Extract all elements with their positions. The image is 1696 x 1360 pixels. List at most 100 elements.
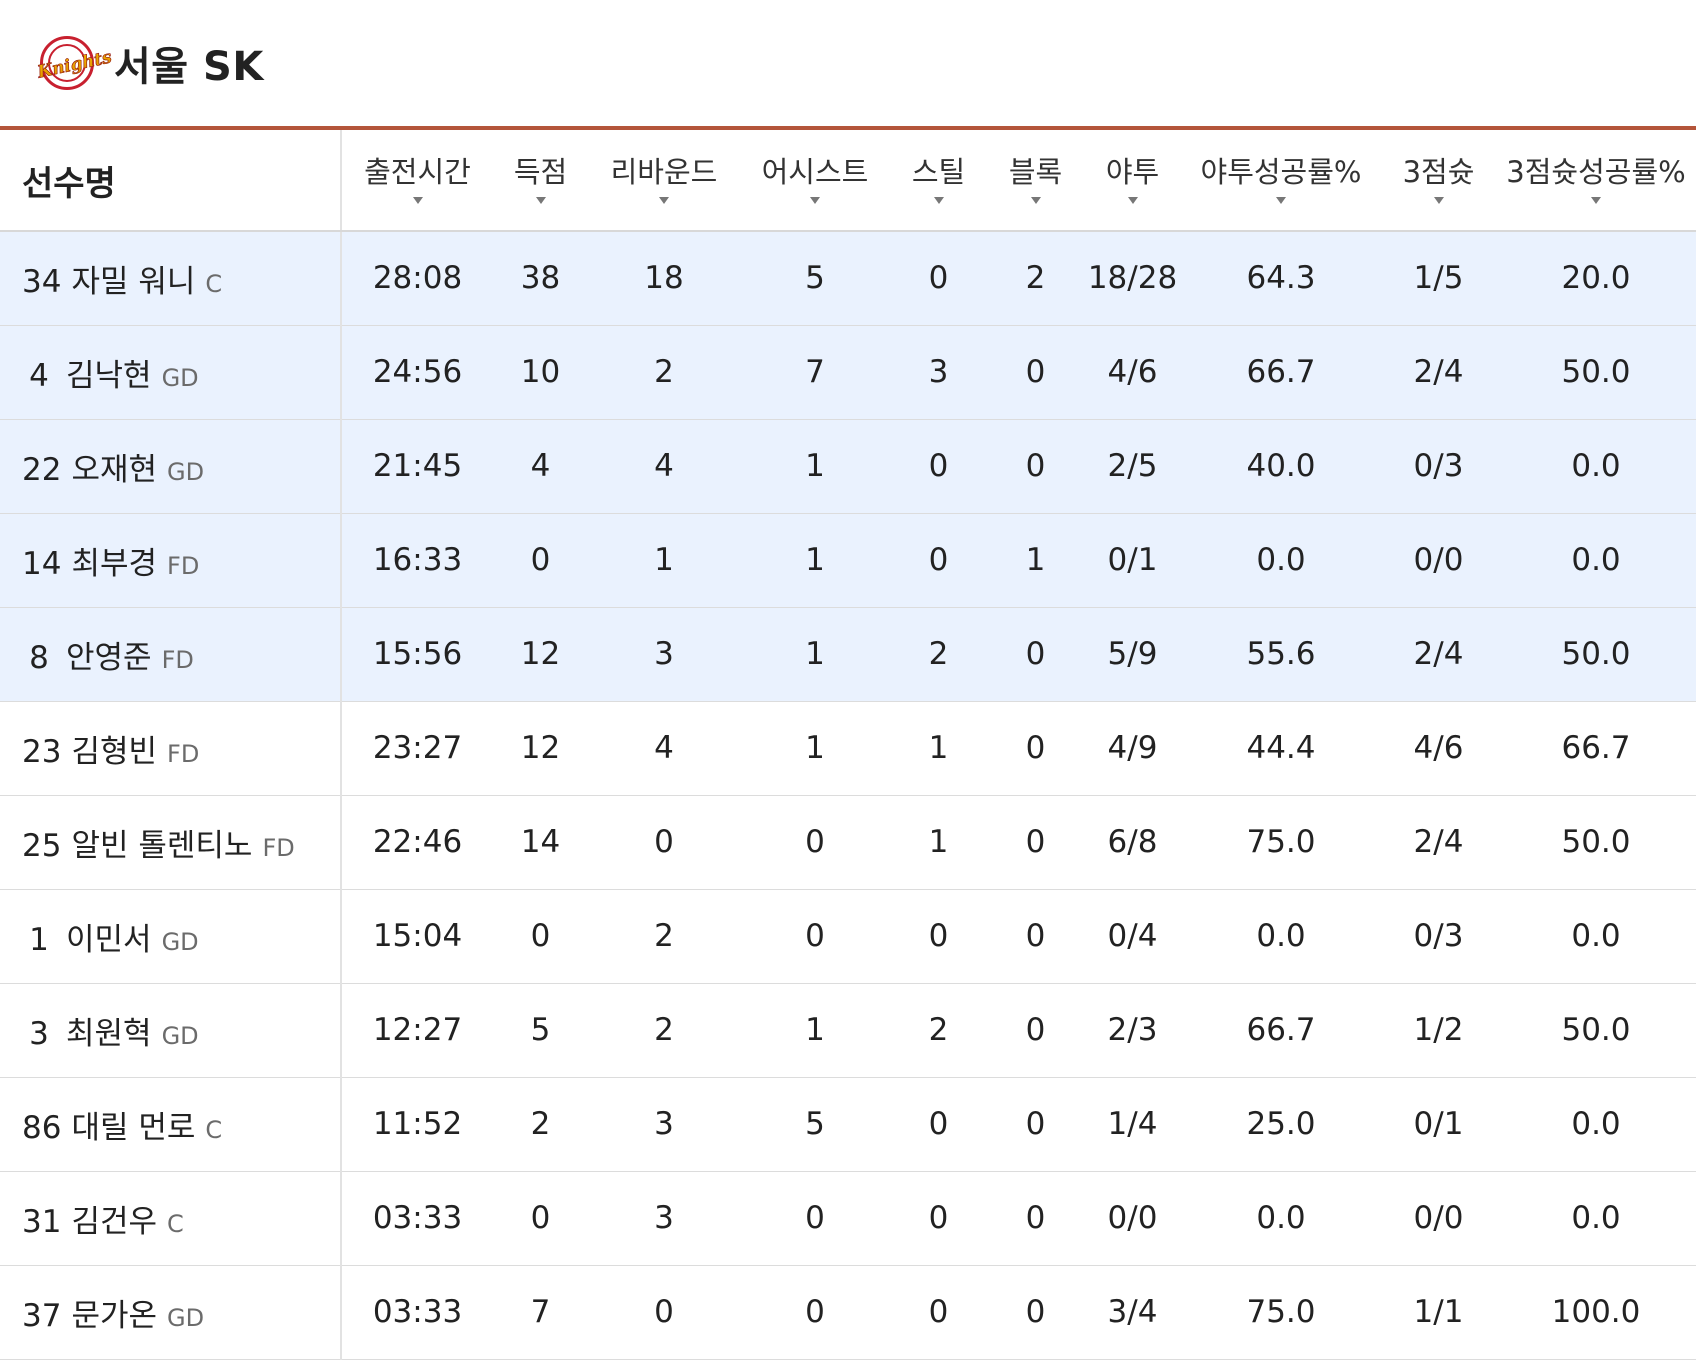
table-row[interactable]: 31 김건우 C 03:33 0 3 0 0 0 0/0 0.0 0/0 0.0: [0, 1171, 1696, 1266]
column-header-label: 리바운드: [610, 154, 718, 189]
column-header-blocks[interactable]: 블록: [987, 130, 1084, 232]
sort-arrow-icon[interactable]: [1276, 196, 1286, 204]
player-number: 8: [29, 639, 49, 676]
stat-cell-minutes: 15:04: [341, 889, 493, 984]
sort-arrow-icon[interactable]: [535, 196, 546, 204]
stat-cell-minutes: 12:27: [341, 983, 493, 1078]
table-row[interactable]: 37 문가온 GD 03:33 7 0 0 0 0 3/4 75.0 1/1 100.0: [0, 1265, 1696, 1360]
column-header-field-goals[interactable]: 야투: [1084, 130, 1181, 232]
stat-cell-points: 7: [493, 1265, 588, 1360]
column-header-three-pointers[interactable]: 3점슛: [1381, 130, 1496, 232]
player-cell: 3 최원혁 GD: [0, 983, 342, 1078]
column-header-assists[interactable]: 어시스트: [740, 130, 890, 232]
stat-cell-three-pt-pct: 100.0: [1496, 1265, 1696, 1360]
stat-cell-minutes: 22:46: [341, 795, 493, 890]
player-position: FD: [262, 833, 295, 862]
player-cell: 14 최부경 FD: [0, 513, 342, 608]
sort-arrow-icon[interactable]: [933, 196, 944, 204]
player-position: FD: [161, 645, 194, 674]
player-position: GD: [167, 457, 205, 486]
column-header-minutes[interactable]: 출전시간: [341, 130, 493, 232]
column-header-rebounds[interactable]: 리바운드: [588, 130, 740, 232]
player-number: 25: [22, 827, 62, 864]
sort-arrow-icon[interactable]: [659, 196, 669, 204]
table-row[interactable]: 14 최부경 FD 16:33 0 1 1 0 1 0/1 0.0 0/0 0.0: [0, 513, 1696, 608]
table-row[interactable]: 23 김형빈 FD 23:27 12 4 1 1 0 4/9 44.4 4/6 66.7: [0, 701, 1696, 796]
stat-cell-points: 0: [493, 513, 588, 608]
player-cell: 22 오재현 GD: [0, 419, 342, 514]
player-name-link[interactable]: 김낙현: [66, 358, 152, 394]
table-row[interactable]: 1 이민서 GD 15:04 0 2 0 0 0 0/4 0.0 0/3 0.0: [0, 889, 1696, 984]
stat-cell-three-pointers: 1/2: [1381, 983, 1496, 1078]
player-position: GD: [167, 1303, 205, 1332]
player-name-link[interactable]: 오재현: [71, 452, 157, 488]
stat-cell-three-pt-pct: 50.0: [1496, 325, 1696, 420]
column-header-fg-pct[interactable]: 야투성공률%: [1181, 130, 1381, 232]
stat-cell-three-pointers: 2/4: [1381, 325, 1496, 420]
stat-cell-rebounds: 3: [588, 1077, 740, 1172]
column-header-steals[interactable]: 스틸: [890, 130, 987, 232]
player-cell: 4 김낙현 GD: [0, 325, 342, 420]
player-name-link[interactable]: 김건우: [71, 1204, 157, 1240]
player-position: C: [167, 1209, 184, 1238]
stat-cell-field-goals: 3/4: [1084, 1265, 1181, 1360]
sort-arrow-icon[interactable]: [1433, 196, 1444, 204]
sort-arrow-icon[interactable]: [1030, 196, 1041, 204]
stat-cell-fg-pct: 25.0: [1181, 1077, 1381, 1172]
table-row[interactable]: 22 오재현 GD 21:45 4 4 1 0 0 2/5 40.0 0/3 0.0: [0, 419, 1696, 514]
column-header-label: 득점: [513, 154, 568, 189]
stat-cell-steals: 3: [890, 325, 987, 420]
stat-cell-three-pointers: 0/3: [1381, 889, 1496, 984]
player-name-link[interactable]: 김형빈: [71, 734, 157, 770]
player-number: 86: [22, 1109, 62, 1146]
player-name-link[interactable]: 문가온: [71, 1298, 157, 1334]
stat-cell-points: 14: [493, 795, 588, 890]
player-name-link[interactable]: 대릴 먼로: [71, 1110, 195, 1146]
player-number: 22: [22, 451, 62, 488]
table-row[interactable]: 8 안영준 FD 15:56 12 3 1 2 0 5/9 55.6 2/4 50.0: [0, 607, 1696, 702]
column-header-label: 출전시간: [364, 154, 471, 189]
stat-cell-fg-pct: 55.6: [1181, 607, 1381, 702]
table-row[interactable]: 4 김낙현 GD 24:56 10 2 7 3 0 4/6 66.7 2/4 50.0: [0, 325, 1696, 420]
player-name-link[interactable]: 최원혁: [66, 1016, 152, 1052]
player-name-link[interactable]: 이민서: [66, 922, 152, 958]
stat-cell-points: 38: [493, 231, 588, 326]
table-row[interactable]: 25 알빈 톨렌티노 FD 22:46 14 0 0 1 0 6/8 75.0 2/4 50.0: [0, 795, 1696, 890]
column-header-points[interactable]: 득점: [493, 130, 588, 232]
player-number: 1: [29, 921, 49, 958]
table-row[interactable]: 3 최원혁 GD 12:27 5 2 1 2 0 2/3 66.7 1/2 50.0: [0, 983, 1696, 1078]
stat-cell-rebounds: 2: [588, 325, 740, 420]
stat-cell-steals: 0: [890, 1171, 987, 1266]
stat-cell-points: 5: [493, 983, 588, 1078]
sort-arrow-icon[interactable]: [1591, 196, 1601, 204]
sort-arrow-icon[interactable]: [1127, 196, 1138, 204]
stat-cell-three-pt-pct: 66.7: [1496, 701, 1696, 796]
stat-cell-fg-pct: 66.7: [1181, 325, 1381, 420]
stat-cell-fg-pct: 0.0: [1181, 1171, 1381, 1266]
stat-cell-field-goals: 4/6: [1084, 325, 1181, 420]
player-number: 31: [22, 1203, 62, 1240]
column-header-label: 어시스트: [761, 154, 869, 189]
stat-cell-fg-pct: 75.0: [1181, 1265, 1381, 1360]
player-name-link[interactable]: 알빈 톨렌티노: [71, 828, 252, 864]
column-header-three-pt-pct[interactable]: 3점슛성공률%: [1496, 130, 1696, 232]
stat-cell-blocks: 0: [987, 983, 1084, 1078]
player-name-link[interactable]: 자밀 워니: [71, 264, 195, 300]
sort-arrow-icon[interactable]: [412, 196, 423, 204]
stat-cell-steals: 0: [890, 1077, 987, 1172]
stat-cell-fg-pct: 40.0: [1181, 419, 1381, 514]
column-header-label: 3점슛성공률%: [1506, 154, 1686, 189]
sort-arrow-icon[interactable]: [810, 196, 820, 204]
table-row[interactable]: 86 대릴 먼로 C 11:52 2 3 5 0 0 1/4 25.0 0/1 0.0: [0, 1077, 1696, 1172]
stat-cell-three-pt-pct: 50.0: [1496, 983, 1696, 1078]
player-cell: 23 김형빈 FD: [0, 701, 342, 796]
team-header: Knights 서울 SK: [0, 0, 1696, 130]
stat-cell-field-goals: 2/3: [1084, 983, 1181, 1078]
player-name-link[interactable]: 최부경: [71, 546, 157, 582]
stat-cell-rebounds: 3: [588, 1171, 740, 1266]
table-row[interactable]: 34 자밀 워니 C 28:08 38 18 5 0 2 18/28 64.3 1/5 20.0: [0, 231, 1696, 326]
player-position: GD: [161, 927, 199, 956]
table-body: 34 자밀 워니 C 28:08 38 18 5 0 2 18/28 64.3 1/5 20.0 4 김낙현…: [0, 231, 1696, 1360]
stat-cell-blocks: 2: [987, 231, 1084, 326]
player-name-link[interactable]: 안영준: [66, 640, 152, 676]
